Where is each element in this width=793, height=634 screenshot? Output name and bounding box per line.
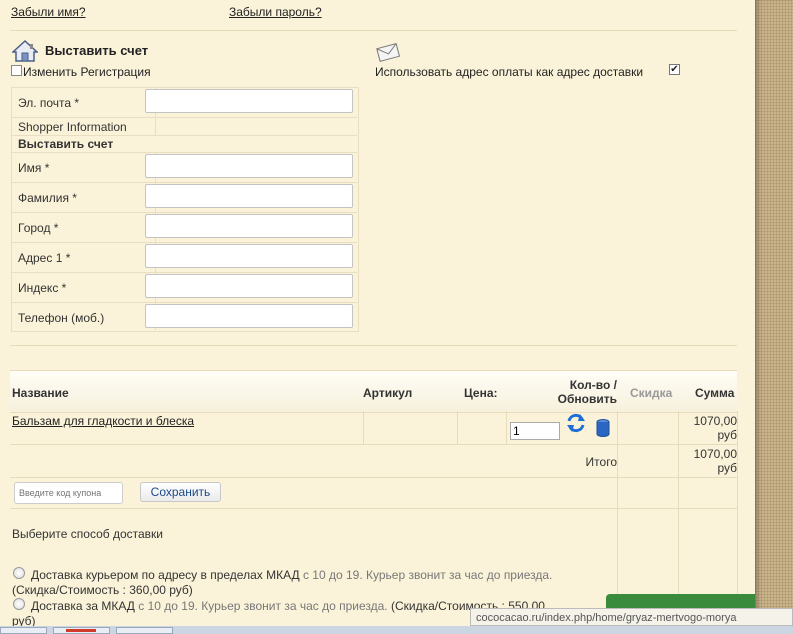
first-name-label: Имя * <box>18 161 50 175</box>
col-qty-header-line2: Обновить <box>557 392 617 406</box>
last-name-label: Фамилия * <box>18 191 77 205</box>
item-total-currency: руб <box>717 428 737 442</box>
change-registration-checkbox[interactable] <box>11 65 22 76</box>
subtotal-label: Итого <box>585 455 617 469</box>
burlap-background <box>755 0 793 634</box>
subtotal-amount: 1070,00 <box>693 447 737 461</box>
col-total-header: Сумма <box>695 386 735 400</box>
quantity-input[interactable] <box>510 422 560 440</box>
col-discount-header: Скидка <box>630 386 673 400</box>
shipping-option-1-cost: (Скидка/Стоимость : 360,00 руб) <box>12 583 193 597</box>
divider <box>10 345 737 346</box>
shipping-option-2-name: Доставка за МКАД <box>31 599 135 613</box>
use-billing-address-label: Использовать адрес оплаты как адрес дост… <box>375 65 644 79</box>
status-bar-url: cococacao.ru/index.php/home/gryaz-mertvo… <box>470 608 793 626</box>
house-icon <box>12 39 38 62</box>
zip-label: Индекс * <box>18 281 67 295</box>
shopper-info-row: Shopper Information <box>11 117 357 136</box>
forgot-password-link[interactable]: Забыли пароль? <box>229 5 322 19</box>
col-sku-header: Артикул <box>363 386 413 400</box>
item-total-amount: 1070,00 <box>693 414 737 428</box>
subtotal-value: 1070,00 руб <box>679 447 737 475</box>
last-name-field[interactable] <box>145 184 353 208</box>
col-qty-header: Кол-во / Обновить <box>540 378 617 406</box>
billing-heading: Выставить счет <box>45 43 149 58</box>
zip-field[interactable] <box>145 274 353 298</box>
shopper-info-label: Shopper Information <box>18 120 127 134</box>
billing-section-title: Выставить счет <box>18 137 114 151</box>
col-price-header: Цена: <box>464 386 498 400</box>
shipping-option-1-desc: с 10 до 19. Курьер звонит за час до прие… <box>302 568 553 582</box>
col-name-header: Название <box>12 386 69 400</box>
address-field[interactable] <box>145 244 353 268</box>
taskbar-item[interactable] <box>0 627 47 634</box>
item-total: 1070,00 руб <box>679 414 737 442</box>
taskbar <box>0 626 793 634</box>
trash-icon[interactable] <box>596 418 610 438</box>
shipping-title: Выберите способ доставки <box>12 527 164 541</box>
address-label: Адрес 1 * <box>18 251 71 265</box>
refresh-icon[interactable] <box>566 413 586 433</box>
city-label: Город * <box>18 221 59 235</box>
envelope-icon <box>376 43 400 62</box>
coupon-input[interactable] <box>14 482 123 504</box>
taskbar-item[interactable] <box>116 627 173 634</box>
shipping-option-2: Доставка за МКАД с 10 до 19. Курьер звон… <box>31 599 545 613</box>
billing-section-row: Выставить счет <box>11 135 357 153</box>
shipping-option-2-desc: с 10 до 19. Курьер звонит за час до прие… <box>138 599 388 613</box>
taskbar-item[interactable] <box>53 627 110 634</box>
phone-label: Телефон (моб.) <box>18 311 105 325</box>
shipping-option-2-radio[interactable] <box>13 598 25 610</box>
city-field[interactable] <box>145 214 353 238</box>
shipping-option-1-name: Доставка курьером по адресу в пределах М… <box>31 568 300 582</box>
col-qty-header-line1: Кол-во / <box>569 378 617 392</box>
shipping-option-1: Доставка курьером по адресу в пределах М… <box>31 568 552 582</box>
subtotal-currency: руб <box>717 461 737 475</box>
save-coupon-button[interactable]: Сохранить <box>140 482 221 502</box>
phone-field[interactable] <box>145 304 353 328</box>
change-registration-label: Изменить Регистрация <box>23 65 151 79</box>
email-field[interactable] <box>145 89 353 113</box>
first-name-field[interactable] <box>145 154 353 178</box>
forgot-name-link[interactable]: Забыли имя? <box>11 5 86 19</box>
shipping-option-1-radio[interactable] <box>13 567 25 579</box>
email-label: Эл. почта * <box>18 96 80 110</box>
divider <box>10 30 737 31</box>
product-link[interactable]: Бальзам для гладкости и блеска <box>12 414 194 428</box>
page: Забыли имя? Забыли пароль? Выставить сче… <box>0 0 755 634</box>
use-billing-address-checkbox[interactable]: ✔ <box>669 64 680 75</box>
